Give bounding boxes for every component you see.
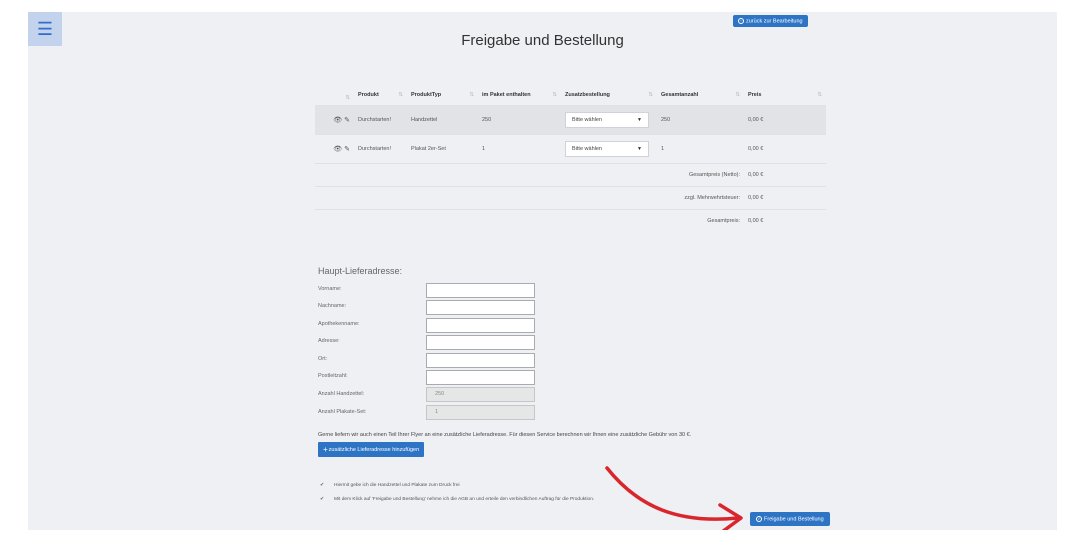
cell-typ: Handzettel — [407, 104, 478, 134]
checkbox-agb[interactable]: ✔ — [320, 496, 326, 502]
extra-address-note: Gerne liefern wir auch einen Teil Ihrer … — [318, 432, 692, 438]
arrow-left-icon: ‹ — [738, 18, 744, 24]
sort-icon: ⇅ — [398, 92, 403, 99]
address-title: Haupt-Lieferadresse: — [318, 266, 403, 276]
zusatz-select[interactable]: Bitte wählen ▼ — [565, 111, 649, 128]
sort-icon: ⇅ — [469, 92, 474, 99]
sort-icon: ⇅ — [648, 92, 653, 99]
cell-zusatz: Bitte wählen ▼ — [561, 104, 657, 134]
column-header[interactable]: im Paket enthalten ⇅ — [478, 86, 561, 105]
nachname-field[interactable] — [426, 300, 535, 315]
select-value: Bitte wählen — [572, 116, 602, 123]
consent-agb: ✔ Mit dem Klick auf 'Freigabe und Bestel… — [320, 496, 594, 502]
edit-icon[interactable]: ✎ — [344, 146, 350, 153]
summary-label: Gesamtpreis (Netto): — [657, 162, 744, 186]
row-actions: 👁︎ ✎ — [315, 133, 354, 163]
annotation-arrow-head — [718, 503, 743, 530]
field-label-anzahl-plakate: Anzahl Plakate-Set: — [318, 409, 367, 415]
field-label-vorname: Vorname: — [318, 286, 342, 292]
column-header[interactable]: Zusatzbestellung ⇅ — [561, 86, 657, 105]
summary-value: 0,00 € — [744, 185, 826, 209]
column-header[interactable]: ProduktTyp ⇅ — [407, 86, 478, 105]
consent-label: Mit dem Klick auf 'Freigabe und Bestellu… — [334, 496, 595, 502]
vorname-field[interactable] — [426, 283, 535, 298]
field-label-ort: Ort: — [318, 356, 328, 362]
table-header-row: ⇅ Produkt ⇅ ProduktTyp ⇅ im Paket enthalte… — [315, 86, 826, 105]
plus-icon: + — [323, 445, 328, 454]
cell-enthalten: 1 — [478, 133, 561, 163]
sort-icon: ⇅ — [735, 92, 740, 99]
cell-typ: Plakat 2er-Set — [407, 133, 478, 163]
sort-icon: ⇅ — [552, 92, 557, 99]
column-header[interactable]: Preis ⇅ — [744, 86, 826, 105]
cell-produkt: Durchstarten! — [354, 104, 407, 134]
back-to-edit-button[interactable]: ‹ zurück zur Bearbeitung — [733, 15, 808, 28]
anzahl-handzettel-field: 250 — [426, 387, 535, 402]
table-row: 👁︎ ✎ Durchstarten! Handzettel 250 Bitte … — [315, 104, 826, 134]
cell-zusatz: Bitte wählen ▼ — [561, 133, 657, 163]
dropdown-arrow-icon: ▼ — [637, 145, 642, 152]
submit-order-button[interactable]: ✓ Freigabe und Bestellung — [750, 512, 830, 527]
cell-preis: 0,00 € — [744, 133, 826, 163]
column-header-label: im Paket enthalten — [482, 92, 531, 99]
sort-icon: ⇅ — [817, 92, 822, 99]
column-header[interactable]: Gesamtanzahl ⇅ — [657, 86, 744, 105]
sort-icon: ⇅ — [345, 95, 350, 102]
cell-gesamt: 250 — [657, 104, 744, 134]
submit-order-label: Freigabe und Bestellung — [764, 516, 824, 523]
column-header-label: Produkt — [358, 92, 379, 99]
add-delivery-address-label: zusätzliche Lieferadresse hinzufügen — [328, 446, 420, 453]
column-header[interactable]: Produkt ⇅ — [354, 86, 407, 105]
column-header-label: Zusatzbestellung — [565, 92, 610, 99]
adresse-field[interactable] — [426, 335, 535, 350]
consent-print-release: ✔ Hiermit gebe ich die Handzettel und Pl… — [320, 482, 460, 488]
summary-row: Gesamtpreis: 0,00 € — [315, 208, 826, 232]
field-label-adresse: Adresse: — [318, 338, 340, 344]
row-actions: 👁︎ ✎ — [315, 104, 354, 134]
cell-produkt: Durchstarten! — [354, 133, 407, 163]
cell-enthalten: 250 — [478, 104, 561, 134]
apothekenname-field[interactable] — [426, 318, 535, 333]
summary-label: Gesamtpreis: — [657, 208, 744, 232]
postleitzahl-field[interactable] — [426, 370, 535, 385]
column-header-label: Preis — [748, 92, 762, 99]
cell-gesamt: 1 — [657, 133, 744, 163]
consent-label: Hiermit gebe ich die Handzettel und Plak… — [334, 482, 460, 488]
anzahl-plakate-field: 1 — [426, 405, 535, 420]
check-circle-icon: ✓ — [756, 516, 762, 522]
field-label-apothekenname: Apothekenname: — [318, 321, 360, 327]
eye-icon[interactable]: 👁︎ — [333, 117, 342, 124]
select-value: Bitte wählen — [572, 145, 602, 152]
summary-row: zzgl. Mehrwehrtsteuer: 0,00 € — [315, 185, 826, 209]
field-label-nachname: Nachname: — [318, 303, 347, 309]
annotation-arrow-stroke — [605, 466, 740, 521]
summary-value: 0,00 € — [744, 162, 826, 186]
checkbox-print-release[interactable]: ✔ — [320, 482, 326, 488]
app-window: ☰ Freigabe und Bestellung ‹ zurück zur Be… — [28, 12, 1057, 530]
summary-row: Gesamtpreis (Netto): 0,00 € — [315, 162, 826, 186]
field-label-postleitzahl: Postleitzahl: — [318, 373, 348, 379]
eye-icon[interactable]: 👁︎ — [333, 146, 342, 153]
field-label-anzahl-handzettel: Anzahl Handzettel: — [318, 391, 365, 397]
column-header-label: Gesamtanzahl — [661, 92, 699, 99]
dropdown-arrow-icon: ▼ — [637, 116, 642, 123]
summary-value: 0,00 € — [744, 208, 826, 232]
page-title: Freigabe und Bestellung — [461, 32, 624, 49]
edit-icon[interactable]: ✎ — [344, 117, 350, 124]
zusatz-select[interactable]: Bitte wählen ▼ — [565, 140, 649, 157]
table-row: 👁︎ ✎ Durchstarten! Plakat 2er-Set 1 Bitt… — [315, 133, 826, 163]
product-table: ⇅ Produkt ⇅ ProduktTyp ⇅ im Paket enthalte… — [315, 86, 826, 232]
back-to-edit-label: zurück zur Bearbeitung — [746, 18, 803, 25]
column-header-actions[interactable]: ⇅ — [315, 86, 354, 105]
summary-label: zzgl. Mehrwehrtsteuer: — [657, 185, 744, 209]
ort-field[interactable] — [426, 353, 535, 368]
column-header-label: ProduktTyp — [411, 92, 442, 99]
cell-preis: 0,00 € — [744, 104, 826, 134]
add-delivery-address-button[interactable]: +zusätzliche Lieferadresse hinzufügen — [318, 442, 425, 457]
